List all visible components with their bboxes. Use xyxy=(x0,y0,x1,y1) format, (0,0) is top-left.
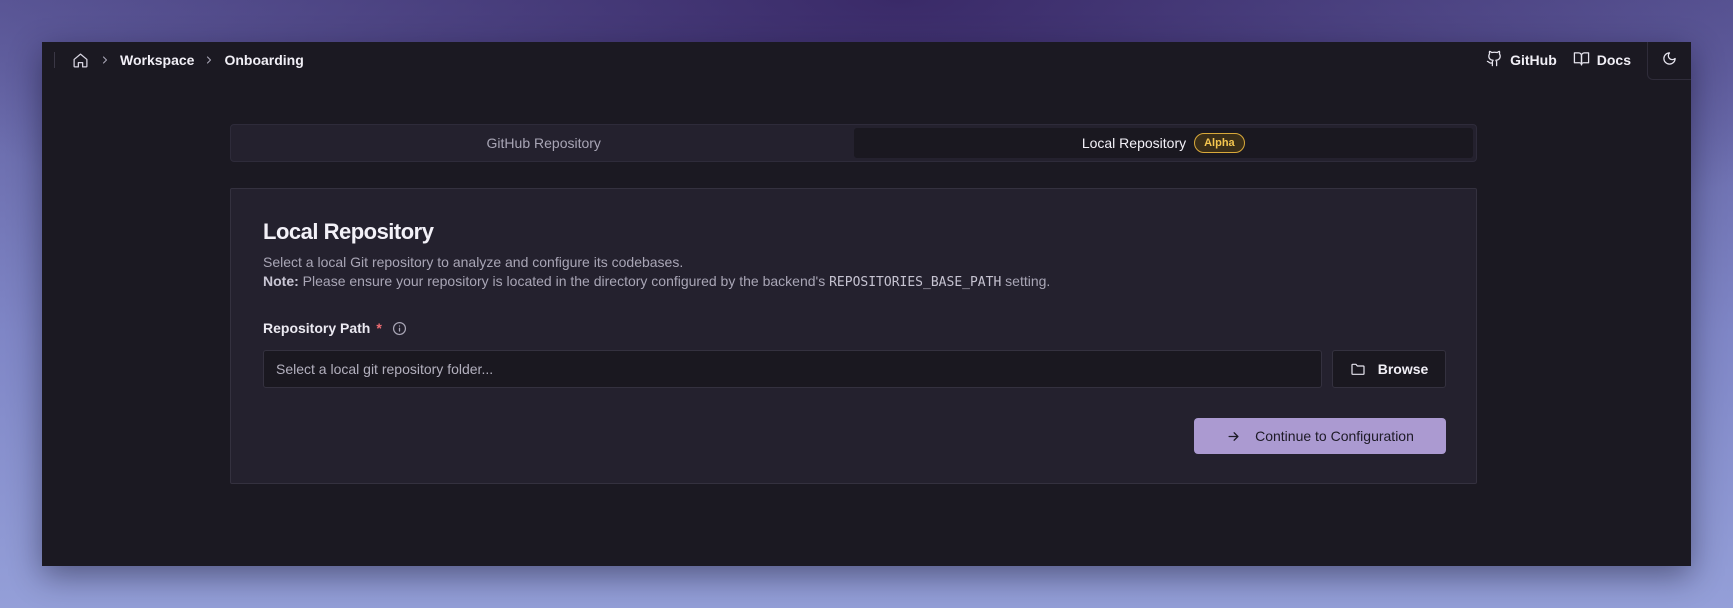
continue-to-configuration-button[interactable]: Continue to Configuration xyxy=(1194,418,1446,454)
repo-path-label: Repository Path * xyxy=(263,320,407,336)
docs-link[interactable]: Docs xyxy=(1573,50,1631,70)
note-label: Note: xyxy=(263,273,299,289)
repo-path-label-text: Repository Path xyxy=(263,320,371,336)
header-actions: GitHub Docs xyxy=(1486,42,1691,80)
browse-label: Browse xyxy=(1377,361,1429,377)
repo-path-input[interactable] xyxy=(263,350,1322,388)
card-note: Note: Please ensure your repository is l… xyxy=(263,273,1050,290)
tab-label: Local Repository xyxy=(1081,135,1187,151)
breadcrumb: Workspace Onboarding xyxy=(70,42,304,78)
sidebar-divider xyxy=(54,52,55,68)
chevron-right-icon xyxy=(194,54,224,66)
github-link[interactable]: GitHub xyxy=(1486,50,1557,70)
note-text: Please ensure your repository is located… xyxy=(298,273,830,289)
github-label: GitHub xyxy=(1510,52,1557,68)
note-text-end: setting. xyxy=(1001,273,1051,289)
tab-github-repository[interactable]: GitHub Repository xyxy=(234,128,854,158)
folder-icon xyxy=(1350,361,1366,377)
browse-button[interactable]: Browse xyxy=(1332,350,1446,388)
book-open-icon xyxy=(1573,50,1590,70)
source-tabs: GitHub Repository Local Repository Alpha xyxy=(230,124,1477,162)
tab-label: GitHub Repository xyxy=(486,135,601,151)
theme-toggle-button[interactable] xyxy=(1647,42,1691,80)
info-icon[interactable] xyxy=(392,321,407,336)
breadcrumb-workspace[interactable]: Workspace xyxy=(120,52,194,68)
card-title: Local Repository xyxy=(263,219,434,244)
docs-label: Docs xyxy=(1596,52,1631,68)
chevron-right-icon xyxy=(90,54,120,66)
card-description: Select a local Git repository to analyze… xyxy=(263,254,684,270)
top-bar: Workspace Onboarding GitHub Docs xyxy=(42,42,1691,80)
continue-label: Continue to Configuration xyxy=(1255,428,1414,444)
required-marker: * xyxy=(376,320,382,336)
tab-local-repository[interactable]: Local Repository Alpha xyxy=(853,128,1473,158)
moon-icon xyxy=(1662,51,1677,71)
note-code: REPOSITORIES_BASE_PATH xyxy=(829,275,1002,290)
alpha-badge: Alpha xyxy=(1194,133,1245,153)
home-icon[interactable] xyxy=(70,50,90,70)
breadcrumb-onboarding: Onboarding xyxy=(224,52,304,68)
app-window: Workspace Onboarding GitHub Docs GitHub … xyxy=(42,42,1691,566)
local-repository-card: Local Repository Select a local Git repo… xyxy=(230,188,1477,484)
arrow-right-icon xyxy=(1226,429,1241,444)
github-icon xyxy=(1486,50,1503,70)
